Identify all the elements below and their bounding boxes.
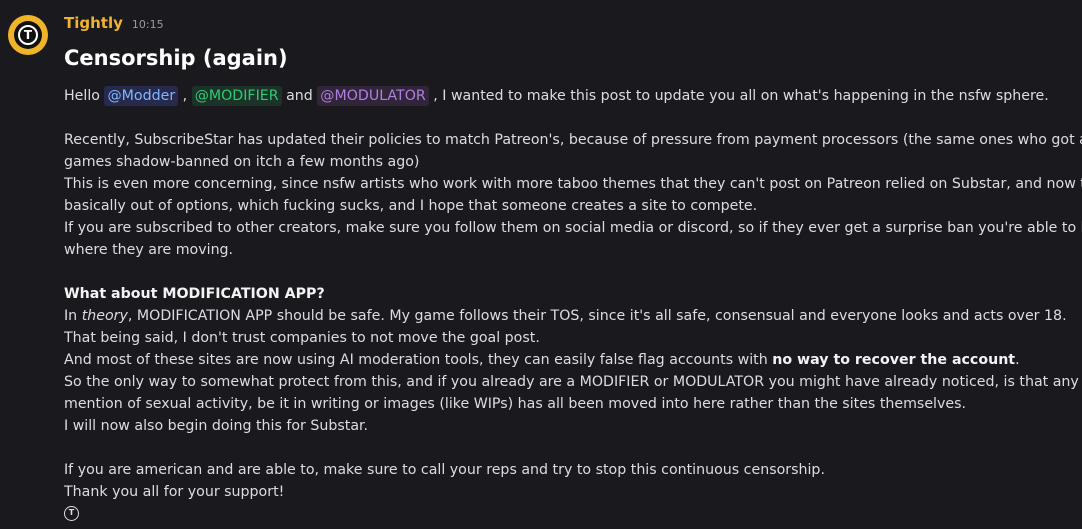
timestamp[interactable]: 10:15 [132, 18, 164, 31]
text-line: If you are american and are able to, mak… [64, 462, 825, 478]
text-line: This is even more concerning, since nsfw… [64, 176, 1082, 192]
text-line: I will now also begin doing this for Sub… [64, 418, 369, 434]
greeting-prefix: Hello [64, 88, 105, 104]
mention-modder[interactable]: @Modder [104, 86, 179, 106]
username[interactable]: Tightly [64, 14, 123, 32]
mention-modulator[interactable]: @MODULATOR [317, 86, 429, 106]
text-line: mention of sexual activity, be it in wri… [64, 396, 967, 412]
text-line: Thank you all for your support! [64, 484, 285, 500]
text-line: basically out of options, which fucking … [64, 198, 758, 214]
emoji-line: T [64, 503, 1074, 525]
message: T Tightly 10:15 Censorship (again) Hello… [0, 0, 1082, 529]
avatar-logo-icon: T [14, 21, 42, 49]
avatar[interactable]: T [8, 15, 48, 55]
message-content: Hello @Modder , @MODIFIER and @MODULATOR… [64, 85, 1082, 525]
post-title: Censorship (again) [64, 46, 288, 70]
text-line: where they are moving. [64, 242, 234, 258]
separator-comma: , [178, 88, 192, 104]
text-line: So the only way to somewhat protect from… [64, 374, 1079, 390]
bold-text: no way to recover the account [772, 352, 1016, 368]
section-heading: What about MODIFICATION APP? [64, 286, 325, 302]
text-line: That being said, I don't trust companies… [64, 330, 540, 346]
separator-and: and [281, 88, 318, 104]
text-line: If you are subscribed to other creators,… [64, 220, 1082, 236]
mention-modifier[interactable]: @MODIFIER [191, 86, 282, 106]
text-line: In theory, MODIFICATION APP should be sa… [64, 308, 1067, 324]
greeting-line: Hello @Modder , @MODIFIER and @MODULATOR… [64, 85, 1074, 107]
greeting-suffix: , I wanted to make this post to update y… [428, 88, 1049, 104]
text-line: games shadow-banned on itch a few months… [64, 154, 420, 170]
text-line: Recently, SubscribeStar has updated thei… [64, 132, 1082, 148]
text-line: And most of these sites are now using AI… [64, 352, 1020, 368]
message-header: Tightly 10:15 [64, 14, 164, 32]
italic-text: theory [81, 308, 128, 324]
tightly-logo-emoji-icon[interactable]: T [64, 505, 79, 521]
